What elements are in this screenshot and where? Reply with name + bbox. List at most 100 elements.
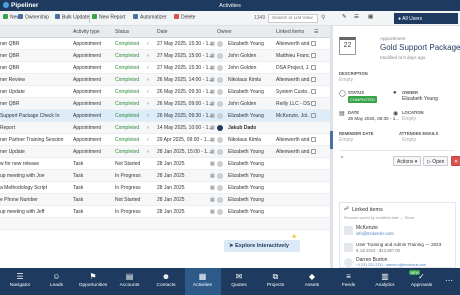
owner-avatar [217,184,223,191]
open-button[interactable]: ▷ Open [423,156,449,166]
status-badge[interactable]: COMPLETED [348,96,377,103]
table-row[interactable]: w for new release Task Not Started ▦ 28 Jan … [0,158,330,170]
table-row[interactable]: ner QBR Appointment Completed ✓ ▦ 26 May 2025… [0,98,330,110]
owner-value[interactable]: Elizabeth Young [402,96,438,102]
owner-avatar [217,88,223,95]
table-row[interactable]: Report Appointment Completed ✓ ▦ 14 May 2025,… [0,122,330,134]
nav-item-quotes[interactable]: ✉ Quotes [221,268,257,295]
linked-items[interactable]: Altenwerth and... [276,77,310,83]
actions-button[interactable]: Actions ▾ [393,156,422,166]
owner-avatar [217,100,223,107]
table-row[interactable]: a Methodology Script Task In Progress ▦ 28 J… [0,182,330,194]
linked-items[interactable]: DSA Project, J... [276,65,310,71]
explore-interactively-button[interactable]: ➤ Explore Interactively [224,240,300,252]
table-row[interactable]: ner QBR Appointment Completed ✓ ▦ 27 May 2025… [0,62,330,74]
delete-button[interactable]: Delete [174,14,195,23]
chevron-up-icon[interactable]: ^ [341,156,343,162]
nav-item-opportunities[interactable]: ⚑ Opportunities [75,268,111,295]
linked-items[interactable]: McKenzie, Jol... [276,113,310,119]
activity-name[interactable]: w for new release [0,161,68,167]
column-settings-icon[interactable]: ☰ [314,29,318,35]
table-row[interactable] [0,218,330,230]
more-icon[interactable]: ⋯ [440,268,458,295]
linked-items[interactable]: Altenwerth and... [276,41,310,47]
activity-type: Appointment [73,41,102,47]
lightbulb-icon: ☀ [291,234,298,241]
table-row[interactable]: ner Review Appointment Completed ✓ ▦ 26 May 2… [0,74,330,86]
nav-item-contacts[interactable]: ☻ Contacts [148,268,184,295]
activity-name[interactable]: ner Review [0,77,68,83]
new-report-label: New Report [99,14,126,21]
linked-item-subtitle[interactable]: info@mckenzie.com [356,231,394,236]
table-row[interactable]: ner Update Appointment Completed ✓ ▦ 28 Jan 2… [0,146,330,158]
linked-items[interactable]: Altenwerth and... [276,137,310,143]
attendee-emails-value[interactable]: Empty [402,137,416,143]
activity-name[interactable]: ner QBR [0,101,68,107]
owner-avatar [217,124,223,131]
table-row[interactable]: up meeting with Joe Task In Progress ▦ 28 Ja… [0,170,330,182]
accounts-icon: ▤ [125,272,134,281]
activity-name[interactable]: ner QBR [0,53,68,59]
delete-record-button[interactable]: ✕ [451,156,460,166]
grid-view-icon[interactable]: ▦ [368,14,373,20]
activity-name[interactable]: ner Update [0,89,68,95]
nav-item-accounts[interactable]: ▤ Accounts [112,268,148,295]
linked-items-subtitle[interactable]: Records sorted by modified date — Show [344,216,414,220]
column-header-status[interactable]: Status [115,29,129,35]
table-row[interactable]: up meeting with Jeff Task In Progress ▦ 28 J… [0,206,330,218]
activity-name[interactable]: up meeting with Joe [0,173,68,179]
table-row[interactable]: ner Partner Training Session Appointment C… [0,134,330,146]
list-icon[interactable]: ☰ [354,14,359,20]
activity-date: 27 May 2025, 15:00 - 1... [157,53,212,59]
activity-name[interactable]: ner Partner Training Session [0,137,68,143]
table-row[interactable]: ner Update Appointment Completed ✓ ▦ 26 May 2… [0,86,330,98]
activity-name[interactable]: ner Update [0,149,68,155]
activity-name[interactable]: e Phone Number [0,197,68,203]
table-row[interactable]: ner QBR Appointment Completed ✓ ▦ 27 May 2025… [0,38,330,50]
ownership-button[interactable]: Ownership [18,14,49,23]
location-value[interactable]: Empty [402,116,416,122]
column-header-linked-items[interactable]: Linked items [276,29,304,35]
activity-name[interactable]: up meeting with Jeff [0,209,68,215]
linked-item-title[interactable]: User Training and Admin Training — 2023 [356,242,441,247]
section-divider [339,150,454,151]
nav-item-projects[interactable]: ⧉ Projects [258,268,294,295]
all-users-button[interactable]: ● All Users [394,13,458,24]
nav-item-assets[interactable]: ◆ Assets [294,268,330,295]
activity-name[interactable]: a Methodology Script [0,185,68,191]
activity-name[interactable]: Report [0,125,68,131]
column-header-activity-type[interactable]: Activity type [73,29,100,35]
linked-item-subtitle[interactable]: +1 231 222 2231 · darren.b@mckenzie.com [356,263,426,267]
activity-name[interactable]: ner QBR [0,41,68,47]
table-row[interactable]: e Phone Number Task Not Started ▦ 28 Jan 202… [0,194,330,206]
column-header-owner[interactable]: Owner [217,29,232,35]
reminder-date-value[interactable]: Empty [339,137,353,143]
automatizer-button[interactable]: Automatizer [133,14,167,23]
nav-item-feeds[interactable]: ≡ Feeds [331,268,367,295]
search-input[interactable] [268,14,318,23]
owner-avatar [217,136,223,143]
linked-items[interactable]: Matthieu Franc... [276,53,310,59]
owner-avatar [217,64,223,71]
column-header-date[interactable]: Date [157,29,168,35]
nav-item-analytics[interactable]: ▥ Analytics [367,268,403,295]
table-row[interactable]: ner QBR Appointment Completed ✓ ▦ 27 May 2025… [0,50,330,62]
activity-name[interactable]: Support Package Check In [0,113,68,119]
owner-avatar [217,172,223,179]
table-row[interactable]: Support Package Check In Appointment Compl… [0,110,330,122]
nav-item-activities[interactable]: ▦ Activities [184,268,221,295]
linked-items[interactable]: System Custo... [276,89,310,95]
linked-items[interactable]: Altenwerth and... [276,149,310,155]
nav-item-leads[interactable]: ☺ Leads [39,268,75,295]
nav-item-navigator[interactable]: ☰ Navigator [2,268,38,295]
bulk-update-button[interactable]: Bulk Update [55,14,89,23]
new-report-button[interactable]: New Report [92,14,125,23]
description-value[interactable]: Empty [339,77,353,83]
search-icon[interactable]: ⚲ [321,14,325,21]
date-value[interactable]: 26 May 2025, 09:30 - 1... [348,116,399,121]
linked-items[interactable]: Reilly LLC - DS... [276,101,310,107]
edit-icon[interactable]: ✎ [342,14,347,20]
activity-name[interactable]: ner QBR [0,65,68,71]
owner-name: Elizabeth Young [228,173,264,179]
open-label: Open [432,159,445,165]
